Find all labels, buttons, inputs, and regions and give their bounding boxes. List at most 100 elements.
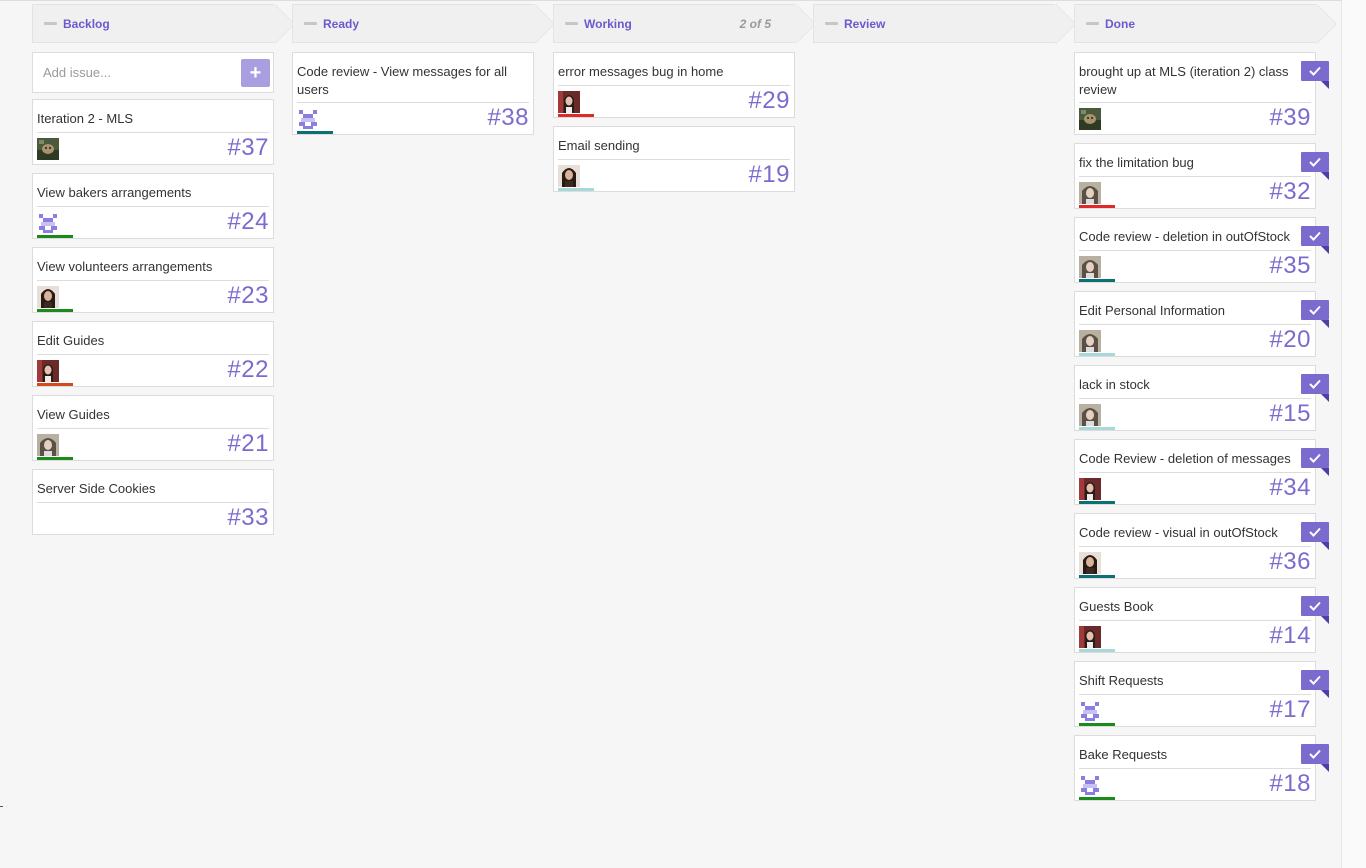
avatar-photo-woman-red[interactable] (1079, 478, 1101, 500)
issue-card[interactable]: Iteration 2 - MLS #37 (32, 99, 274, 165)
issue-number[interactable]: #20 (1269, 326, 1311, 354)
avatar-photo-dog[interactable] (1079, 108, 1101, 130)
issue-card[interactable]: fix the limitation bug #32 (1074, 143, 1329, 209)
issue-title[interactable]: lack in stock (1079, 376, 1291, 394)
avatar-identicon[interactable] (1079, 774, 1101, 796)
issue-number[interactable]: #38 (487, 104, 529, 132)
issue-card[interactable]: error messages bug in home #29 (553, 52, 795, 118)
issue-number[interactable]: #35 (1269, 252, 1311, 280)
issue-title[interactable]: Bake Requests (1079, 746, 1291, 764)
avatar-photo-woman-red[interactable] (558, 91, 580, 113)
avatar-identicon[interactable] (297, 108, 319, 130)
issue-number[interactable]: #22 (227, 356, 269, 384)
issue-title[interactable]: Code review - View messages for all user… (297, 63, 509, 99)
ribbon-fold (1321, 764, 1329, 772)
add-issue-button[interactable]: + (241, 59, 270, 87)
issue-number[interactable]: #24 (227, 208, 269, 236)
collapse-icon[interactable] (304, 22, 317, 25)
issue-title[interactable]: Code review - visual in outOfStock (1079, 524, 1291, 542)
issue-number[interactable]: #37 (227, 134, 269, 162)
issue-number[interactable]: #34 (1269, 474, 1311, 502)
add-issue-input[interactable] (33, 57, 228, 88)
issue-number[interactable]: #29 (748, 87, 790, 115)
avatar-photo-woman-red[interactable] (37, 360, 59, 382)
issue-title[interactable]: Iteration 2 - MLS (37, 110, 249, 128)
issue-card[interactable]: Edit Personal Information #20 (1074, 291, 1329, 357)
checkmark-icon[interactable] (1301, 300, 1329, 320)
issue-title[interactable]: View bakers arrangements (37, 184, 249, 202)
issue-title[interactable]: Guests Book (1079, 598, 1291, 616)
issue-card[interactable]: View bakers arrangements #24 (32, 173, 274, 239)
issue-card[interactable]: Code review - visual in outOfStock #36 (1074, 513, 1329, 579)
avatar-identicon[interactable] (1079, 700, 1101, 722)
issue-card[interactable]: Server Side Cookies #33 (32, 469, 274, 535)
issue-number[interactable]: #39 (1269, 104, 1311, 132)
issue-card[interactable]: lack in stock #15 (1074, 365, 1329, 431)
issue-title[interactable]: Edit Personal Information (1079, 302, 1291, 320)
collapse-icon[interactable] (1086, 22, 1099, 25)
issue-card[interactable]: Email sending #19 (553, 126, 795, 192)
collapse-icon[interactable] (44, 22, 57, 25)
avatar-photo-woman[interactable] (558, 165, 580, 187)
label-bar-teal (1079, 279, 1115, 282)
issue-number[interactable]: #32 (1269, 178, 1311, 206)
issue-card[interactable]: Code review - View messages for all user… (292, 52, 534, 135)
checkmark-icon[interactable] (1301, 670, 1329, 690)
issue-card[interactable]: Guests Book #14 (1074, 587, 1329, 653)
issue-title[interactable]: Email sending (558, 137, 770, 155)
issue-number[interactable]: #17 (1269, 696, 1311, 724)
issue-card[interactable]: brought up at MLS (iteration 2) class re… (1074, 52, 1329, 135)
issue-number[interactable]: #14 (1269, 622, 1311, 650)
avatar-photo-woman-red[interactable] (1079, 626, 1101, 648)
right-scroll-edge[interactable] (1341, 0, 1366, 868)
issue-card[interactable]: View volunteers arrangements #23 (32, 247, 274, 313)
avatar-photo-woman[interactable] (1079, 552, 1101, 574)
column-header[interactable]: Ready (292, 4, 555, 44)
issue-card[interactable]: Bake Requests #18 (1074, 735, 1329, 801)
issue-title[interactable]: brought up at MLS (iteration 2) class re… (1079, 63, 1291, 99)
checkmark-icon[interactable] (1301, 744, 1329, 764)
checkmark-icon[interactable] (1301, 448, 1329, 468)
issue-card[interactable]: View Guides #21 (32, 395, 274, 461)
collapse-icon[interactable] (825, 22, 838, 25)
issue-number[interactable]: #21 (227, 430, 269, 458)
issue-number[interactable]: #33 (227, 504, 269, 532)
issue-number[interactable]: #23 (227, 282, 269, 310)
checkmark-icon[interactable] (1301, 152, 1329, 172)
avatar-photo-woman[interactable] (37, 286, 59, 308)
issue-number[interactable]: #18 (1269, 770, 1311, 798)
avatar-photo-woman-veil[interactable] (37, 434, 59, 456)
issue-number[interactable]: #19 (748, 161, 790, 189)
avatar-photo-dog[interactable] (37, 138, 59, 160)
issue-title[interactable]: View Guides (37, 406, 249, 424)
issue-title[interactable]: Code review - deletion in outOfStock (1079, 228, 1291, 246)
issue-number[interactable]: #15 (1269, 400, 1311, 428)
column-header[interactable]: Done (1074, 4, 1337, 44)
issue-card[interactable]: Code review - deletion in outOfStock #35 (1074, 217, 1329, 283)
collapse-icon[interactable] (565, 22, 578, 25)
issue-title[interactable]: Edit Guides (37, 332, 249, 350)
issue-card[interactable]: Edit Guides #22 (32, 321, 274, 387)
issue-title[interactable]: fix the limitation bug (1079, 154, 1291, 172)
issue-title[interactable]: View volunteers arrangements (37, 258, 249, 276)
checkmark-icon[interactable] (1301, 522, 1329, 542)
checkmark-icon[interactable] (1301, 596, 1329, 616)
avatar-photo-woman-veil[interactable] (1079, 330, 1101, 352)
issue-number[interactable]: #36 (1269, 548, 1311, 576)
issue-title[interactable]: Code Review - deletion of messages (1079, 450, 1291, 468)
avatar-photo-woman-veil[interactable] (1079, 256, 1101, 278)
column-header[interactable]: Working 2 of 5 (553, 4, 816, 44)
avatar-photo-woman-veil[interactable] (1079, 182, 1101, 204)
issue-title[interactable]: Shift Requests (1079, 672, 1291, 690)
column-header[interactable]: Review (813, 4, 1076, 44)
column-header[interactable]: Backlog (32, 4, 295, 44)
checkmark-icon[interactable] (1301, 226, 1329, 246)
avatar-photo-woman-veil[interactable] (1079, 404, 1101, 426)
checkmark-icon[interactable] (1301, 374, 1329, 394)
issue-title[interactable]: error messages bug in home (558, 63, 770, 81)
issue-card[interactable]: Code Review - deletion of messages #34 (1074, 439, 1329, 505)
checkmark-icon[interactable] (1301, 61, 1329, 81)
avatar-identicon[interactable] (37, 212, 59, 234)
issue-card[interactable]: Shift Requests #17 (1074, 661, 1329, 727)
issue-title[interactable]: Server Side Cookies (37, 480, 249, 498)
